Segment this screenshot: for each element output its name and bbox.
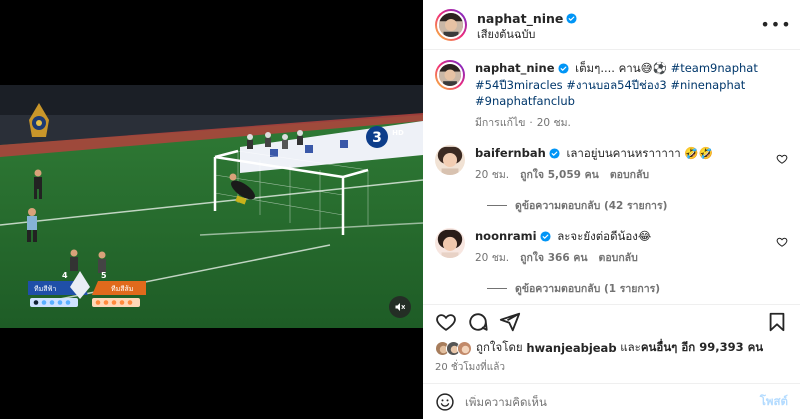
commenter-avatar-image bbox=[435, 228, 465, 259]
comment-age: 20 ชม. bbox=[475, 168, 510, 181]
commenter-username[interactable]: noonrami bbox=[475, 228, 551, 245]
media-pane: 3 HD 4 5 ทีมสีฟ้า ทีมสีส้ม bbox=[0, 0, 423, 419]
heart-icon[interactable] bbox=[435, 311, 457, 333]
likes-others-link[interactable]: คนอื่นๆ อีก 99,393 คน bbox=[641, 339, 763, 357]
comment-item: noonrami ละจะยังต่อดีน้อง😂 20 ชม. ถูกใจ … bbox=[435, 214, 788, 266]
likes-summary: ถูกใจโดย hwanjeabjeab และ คนอื่นๆ อีก 99… bbox=[435, 339, 788, 357]
replies-divider bbox=[487, 205, 507, 207]
verified-badge-icon bbox=[566, 13, 577, 24]
comment-age: 20 ชม. bbox=[475, 251, 510, 264]
commenter-avatar[interactable] bbox=[435, 145, 465, 176]
author-avatar-image bbox=[439, 12, 463, 37]
liker-avatar bbox=[457, 340, 472, 356]
caption-dot: · bbox=[529, 117, 533, 130]
caption-avatar-image bbox=[439, 64, 461, 86]
comment-text: เลาอยู่บนคานหราาาาา 🤣🤣 bbox=[566, 146, 714, 161]
more-options-icon: ••• bbox=[760, 15, 792, 34]
comment-input[interactable] bbox=[465, 394, 760, 409]
comment-likes-link[interactable]: ถูกใจ 366 คน bbox=[520, 251, 587, 266]
muted-speaker-icon bbox=[395, 303, 405, 311]
author-avatar[interactable] bbox=[435, 8, 467, 41]
caption-text: เต็มๆ.... คาน😅⚽ bbox=[575, 61, 667, 75]
football-scene: 3 HD 4 5 ทีมสีฟ้า ทีมสีส้ม bbox=[0, 85, 423, 328]
commenter-avatar-image bbox=[435, 145, 465, 176]
comment-like-heart-icon[interactable] bbox=[776, 153, 788, 165]
comment-item: baifernbah เลาอยู่บนคานหราาาาา 🤣🤣 20 ชม.… bbox=[435, 131, 788, 183]
svg-text:ทีมสีฟ้า: ทีมสีฟ้า bbox=[34, 285, 56, 293]
commenter-username-text: noonrami bbox=[475, 229, 537, 244]
commenter-avatar[interactable] bbox=[435, 228, 465, 259]
likes-prefix: ถูกใจโดย bbox=[476, 340, 523, 354]
view-replies-label: ดูข้อความตอบกลับ (1 รายการ) bbox=[515, 283, 661, 296]
comment-like-heart-icon[interactable] bbox=[776, 236, 788, 248]
post-caption: naphat_nine เต็มๆ.... คาน😅⚽ #team9naphat… bbox=[435, 51, 788, 131]
author-username[interactable]: naphat_nine bbox=[477, 11, 577, 27]
post-timestamp[interactable]: 20 ชั่วโมงที่แล้ว bbox=[435, 360, 505, 375]
post-comment-button[interactable]: โพสต์ bbox=[760, 393, 788, 411]
caption-avatar[interactable] bbox=[435, 60, 465, 90]
action-bar bbox=[423, 304, 800, 338]
comment-composer: โพสต์ bbox=[423, 383, 800, 419]
svg-text:3: 3 bbox=[372, 130, 382, 146]
commenter-username[interactable]: baifernbah bbox=[475, 145, 560, 162]
commenter-username-text: baifernbah bbox=[475, 146, 546, 161]
post-details-panel: naphat_nine เสียงต้นฉบับ ••• naphat_nine… bbox=[423, 0, 800, 419]
likes-and: และ bbox=[620, 340, 641, 354]
comment-likes-link[interactable]: ถูกใจ 5,059 คน bbox=[520, 168, 599, 183]
svg-text:4: 4 bbox=[62, 271, 68, 280]
more-options-button[interactable]: ••• bbox=[760, 13, 790, 37]
likes-first-user[interactable]: hwanjeabjeab bbox=[526, 341, 616, 355]
view-replies-label: ดูข้อความตอบกลับ (42 รายการ) bbox=[515, 200, 668, 213]
audio-label[interactable]: เสียงต้นฉบับ bbox=[477, 28, 764, 42]
comment-text: ละจะยังต่อดีน้อง😂 bbox=[557, 229, 652, 244]
comment-reply-button[interactable]: ตอบกลับ bbox=[599, 251, 638, 266]
author-username-text: naphat_nine bbox=[477, 10, 564, 26]
svg-text:HD: HD bbox=[392, 129, 404, 137]
view-replies-button[interactable]: ดูข้อความตอบกลับ (1 รายการ) bbox=[487, 280, 788, 297]
svg-text:5: 5 bbox=[101, 271, 107, 280]
svg-text:ทีมสีส้ม: ทีมสีส้ม bbox=[111, 285, 133, 293]
caption-username-text: naphat_nine bbox=[475, 61, 555, 75]
caption-age: 20 ชม. bbox=[536, 117, 571, 130]
caption-username[interactable]: naphat_nine bbox=[475, 60, 569, 77]
caption-edited-label: มีการแก้ไข bbox=[475, 117, 526, 130]
comment-icon[interactable] bbox=[467, 311, 489, 333]
post-header: naphat_nine เสียงต้นฉบับ ••• bbox=[423, 0, 800, 50]
video-player[interactable]: 3 HD 4 5 ทีมสีฟ้า ทีมสีส้ม bbox=[0, 85, 423, 328]
mute-toggle-button[interactable] bbox=[389, 296, 411, 318]
instagram-post-modal: 3 HD 4 5 ทีมสีฟ้า ทีมสีส้ม naphat_nine เ… bbox=[0, 0, 800, 419]
replies-divider bbox=[487, 288, 507, 290]
bookmark-icon[interactable] bbox=[766, 311, 788, 333]
view-replies-button[interactable]: ดูข้อความตอบกลับ (42 รายการ) bbox=[487, 197, 788, 214]
verified-badge-icon bbox=[549, 148, 560, 159]
share-icon[interactable] bbox=[499, 311, 521, 333]
comment-reply-button[interactable]: ตอบกลับ bbox=[610, 168, 649, 183]
liker-avatars[interactable] bbox=[435, 340, 472, 356]
comments-list[interactable]: naphat_nine เต็มๆ.... คาน😅⚽ #team9naphat… bbox=[423, 51, 800, 304]
verified-badge-icon bbox=[557, 63, 569, 74]
emoji-icon[interactable] bbox=[435, 392, 455, 412]
verified-badge-icon bbox=[540, 231, 551, 242]
